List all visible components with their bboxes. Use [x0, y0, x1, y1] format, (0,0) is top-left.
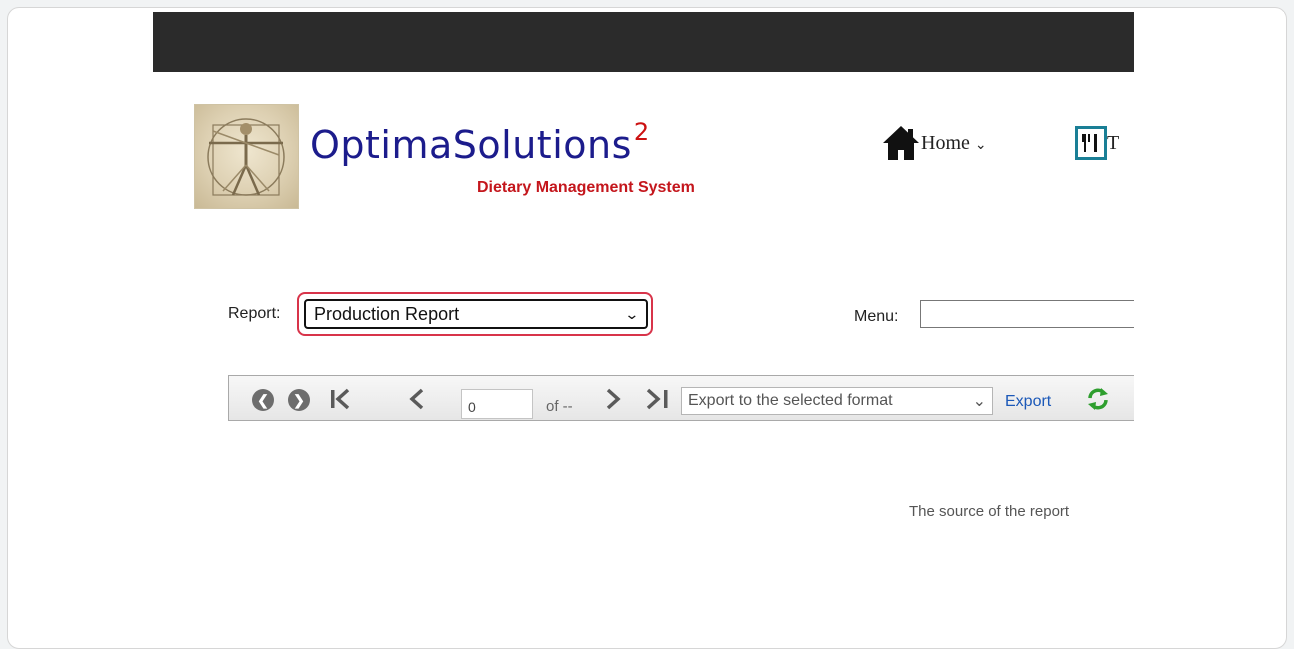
next-page-button[interactable]: [600, 386, 626, 412]
vitruvian-logo-image: [194, 104, 299, 209]
chevron-down-icon: ⌄: [972, 393, 986, 410]
brand-name: OptimaSolutions: [310, 123, 632, 167]
export-link[interactable]: Export: [1005, 393, 1051, 411]
menu-input[interactable]: [920, 300, 1140, 328]
last-page-button[interactable]: [643, 386, 673, 412]
refresh-button[interactable]: [1084, 385, 1112, 413]
export-format-select[interactable]: Export to the selected format ⌄: [681, 387, 993, 415]
chevron-left-icon: [409, 388, 424, 410]
export-format-value: Export to the selected format: [688, 392, 893, 409]
arrow-right-icon: ❯: [293, 391, 305, 408]
nav-home[interactable]: Home ⌄: [881, 124, 987, 162]
chevron-right-icon: [606, 388, 621, 410]
last-page-icon: [646, 388, 668, 410]
top-bar: [153, 12, 1134, 72]
menu-label: Menu:: [854, 308, 899, 325]
previous-page-button[interactable]: [404, 386, 430, 412]
utensils-icon: [1075, 126, 1107, 160]
nav-menu-item[interactable]: T: [1075, 124, 1119, 162]
brand-tagline: Dietary Management System: [477, 179, 695, 196]
page-count-label: of --: [546, 398, 573, 415]
nav-home-label: Home: [921, 131, 970, 154]
content-clip-edge: [1134, 12, 1284, 612]
report-select[interactable]: Production Report ⌄: [304, 299, 648, 329]
brand-title: OptimaSolutions2: [310, 118, 650, 167]
page-number-input[interactable]: [461, 389, 533, 419]
forward-button[interactable]: ❯: [288, 389, 310, 411]
back-button[interactable]: ❮: [252, 389, 274, 411]
chevron-down-icon: ⌄: [624, 305, 640, 322]
first-page-button[interactable]: [327, 386, 353, 412]
report-label: Report:: [228, 305, 281, 322]
first-page-icon: [331, 388, 350, 410]
arrow-left-icon: ❮: [257, 391, 269, 408]
vitruvian-figure-icon: [207, 118, 285, 196]
nav-menu-item-label: T: [1107, 131, 1120, 154]
chevron-down-icon: ⌄: [974, 138, 987, 153]
report-select-value: Production Report: [314, 303, 460, 324]
report-source-message: The source of the report: [909, 503, 1070, 520]
refresh-icon: [1088, 388, 1108, 410]
brand-superscript: 2: [633, 118, 650, 146]
home-icon: [883, 126, 919, 160]
